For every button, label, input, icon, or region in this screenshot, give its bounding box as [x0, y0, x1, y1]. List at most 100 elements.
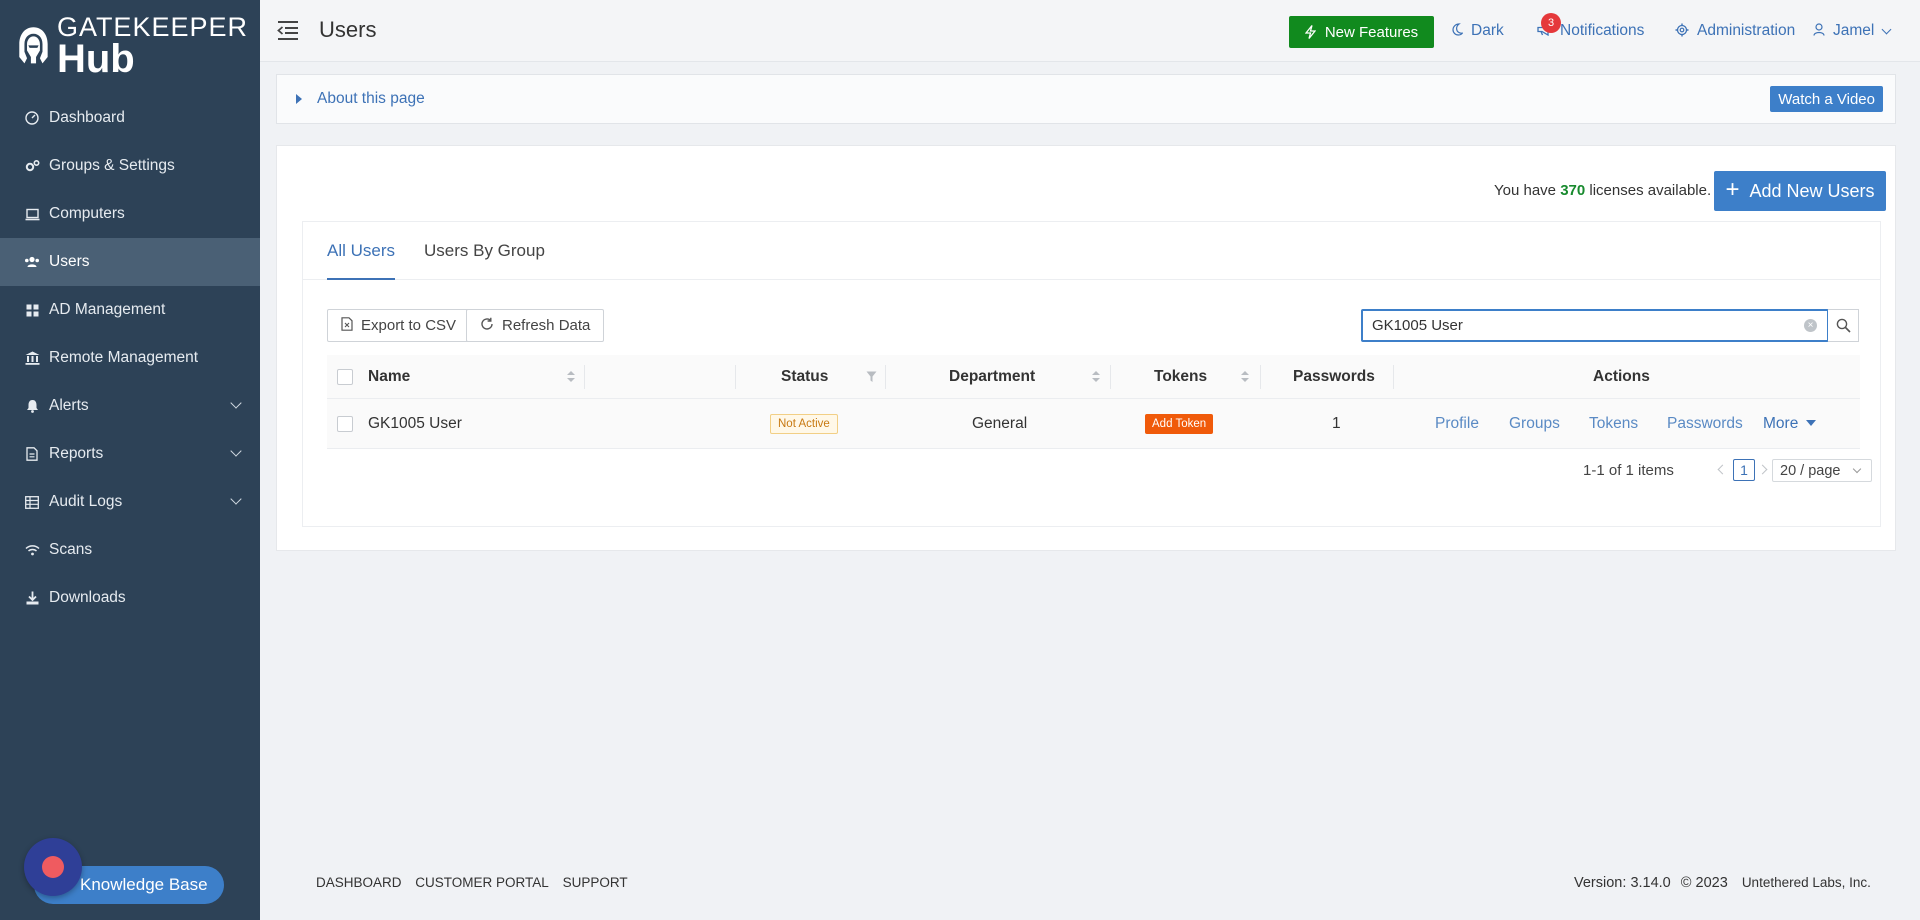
- sidebar-item-remote-management[interactable]: Remote Management: [0, 334, 260, 382]
- sidebar-item-scans[interactable]: Scans: [0, 526, 260, 574]
- column-divider: [735, 365, 736, 389]
- chat-launcher-button[interactable]: [24, 838, 82, 896]
- notifications-count-badge: 3: [1541, 13, 1561, 33]
- chevron-down-icon: [230, 493, 242, 505]
- new-features-button[interactable]: New Features: [1289, 16, 1434, 48]
- footer-link-customer-portal[interactable]: CUSTOMER PORTAL: [415, 875, 549, 890]
- chevron-down-icon[interactable]: [1881, 24, 1892, 35]
- row-checkbox[interactable]: [337, 415, 353, 432]
- tab-users-by-group[interactable]: Users By Group: [424, 241, 545, 280]
- refresh-data-button[interactable]: Refresh Data: [466, 309, 605, 342]
- sidebar-item-label: Scans: [49, 541, 93, 558]
- sort-icon[interactable]: [1241, 371, 1249, 383]
- administration-link[interactable]: Administration: [1675, 22, 1795, 40]
- column-divider: [885, 365, 886, 389]
- sidebar-item-downloads[interactable]: Downloads: [0, 574, 260, 622]
- sidebar-item-label: Groups & Settings: [49, 157, 175, 174]
- gears-icon: [24, 158, 40, 174]
- footer-links: DASHBOARD CUSTOMER PORTAL SUPPORT: [316, 875, 638, 890]
- footer-link-dashboard[interactable]: DASHBOARD: [316, 875, 402, 890]
- user-menu[interactable]: Jamel: [1813, 22, 1874, 40]
- sidebar-item-label: Alerts: [49, 397, 89, 414]
- copyright: © 2023: [1680, 875, 1728, 891]
- dark-mode-toggle[interactable]: Dark: [1451, 22, 1504, 40]
- status-badge: Not Active: [770, 413, 838, 434]
- laptop-icon: [24, 206, 40, 222]
- column-header-tokens[interactable]: Tokens: [1154, 355, 1207, 398]
- search-input[interactable]: [1363, 311, 1793, 340]
- clear-search-icon[interactable]: ×: [1804, 319, 1817, 332]
- knowledge-base-label: Knowledge Base: [80, 875, 208, 894]
- groups-action-link[interactable]: Groups: [1509, 415, 1560, 433]
- logo-line2: Hub: [56, 36, 135, 81]
- gatekeeper-logo[interactable]: GATEKEEPER Hub: [18, 13, 248, 81]
- status-cell: Not Active: [770, 399, 838, 448]
- passwords-action-link[interactable]: Passwords: [1667, 415, 1743, 433]
- sidebar-item-reports[interactable]: Reports: [0, 430, 260, 478]
- sidebar-item-label: Users: [49, 253, 90, 270]
- sidebar-item-audit-logs[interactable]: Audit Logs: [0, 478, 260, 526]
- sidebar-item-ad-management[interactable]: AD Management: [0, 286, 260, 334]
- sort-icon[interactable]: [1092, 371, 1100, 383]
- prev-page-icon[interactable]: [1717, 464, 1728, 475]
- search-field[interactable]: ×: [1361, 309, 1829, 342]
- search-button[interactable]: [1828, 309, 1859, 342]
- add-token-button[interactable]: Add Token: [1145, 413, 1214, 434]
- download-icon: [24, 590, 40, 606]
- passwords-count-cell: 1: [1332, 414, 1341, 432]
- page-number-button[interactable]: 1: [1733, 459, 1755, 481]
- user-icon: [1813, 23, 1825, 39]
- bank-icon: [24, 350, 40, 366]
- user-name: Jamel: [1833, 22, 1875, 39]
- column-header-passwords: Passwords: [1293, 367, 1375, 385]
- licenses-count: 370: [1560, 182, 1586, 199]
- sidebar-item-groups-settings[interactable]: Groups & Settings: [0, 142, 260, 190]
- sidebar-item-dashboard[interactable]: Dashboard: [0, 94, 260, 142]
- about-page-toggle[interactable]: About this page: [317, 90, 425, 108]
- user-name-cell: GK1005 User: [368, 414, 462, 432]
- sidebar-item-label: Remote Management: [49, 349, 199, 366]
- users-icon: [24, 254, 40, 270]
- column-header-actions: Actions: [1593, 367, 1650, 385]
- caret-right-icon[interactable]: [296, 94, 302, 104]
- profile-action-link[interactable]: Profile: [1435, 415, 1479, 433]
- sidebar-item-alerts[interactable]: Alerts: [0, 382, 260, 430]
- watch-video-button[interactable]: Watch a Video: [1770, 86, 1883, 112]
- sidebar-item-label: Computers: [49, 205, 125, 222]
- chevron-down-icon: [230, 445, 242, 457]
- menu-collapse-icon[interactable]: [277, 20, 299, 40]
- column-header-status[interactable]: Status: [781, 355, 828, 398]
- gear-icon: [1675, 23, 1689, 40]
- more-actions-dropdown[interactable]: More: [1763, 415, 1817, 433]
- new-features-label: New Features: [1324, 23, 1419, 41]
- sidebar-item-users[interactable]: Users: [0, 238, 260, 286]
- sort-icon[interactable]: [567, 371, 575, 383]
- column-header-name[interactable]: Name: [368, 355, 410, 398]
- page-size-value: 20 / page: [1780, 462, 1841, 479]
- file-export-icon: [341, 317, 353, 334]
- search-icon: [1836, 318, 1851, 333]
- add-new-users-button[interactable]: + Add New Users: [1714, 171, 1886, 211]
- table-header: Name Status Department Tokens Passwords …: [327, 355, 1860, 399]
- select-all-checkbox-cell: [337, 355, 353, 398]
- sidebar-nav: Dashboard Groups & Settings Computers Us…: [0, 94, 260, 622]
- select-all-checkbox[interactable]: [337, 368, 353, 385]
- row-checkbox-cell: [337, 399, 353, 448]
- tokens-action-link[interactable]: Tokens: [1589, 415, 1638, 433]
- moon-icon: [1451, 23, 1464, 39]
- sidebar-item-computers[interactable]: Computers: [0, 190, 260, 238]
- page-size-select[interactable]: 20 / page: [1772, 459, 1872, 482]
- next-page-icon[interactable]: [1757, 464, 1768, 475]
- sidebar-item-label: AD Management: [49, 301, 166, 318]
- helmet-logo-icon: [19, 27, 48, 64]
- grid-icon: [24, 302, 40, 318]
- filter-icon[interactable]: [866, 371, 877, 383]
- export-csv-button[interactable]: Export to CSV: [327, 309, 471, 342]
- tab-bar: All Users Users By Group: [303, 222, 1880, 280]
- bell-icon: [24, 398, 40, 414]
- tab-all-users[interactable]: All Users: [327, 241, 396, 280]
- notifications-label: Notifications: [1560, 22, 1645, 39]
- company-name: Untethered Labs, Inc.: [1741, 875, 1871, 890]
- footer-link-support[interactable]: SUPPORT: [563, 875, 628, 890]
- column-header-department[interactable]: Department: [949, 355, 1035, 398]
